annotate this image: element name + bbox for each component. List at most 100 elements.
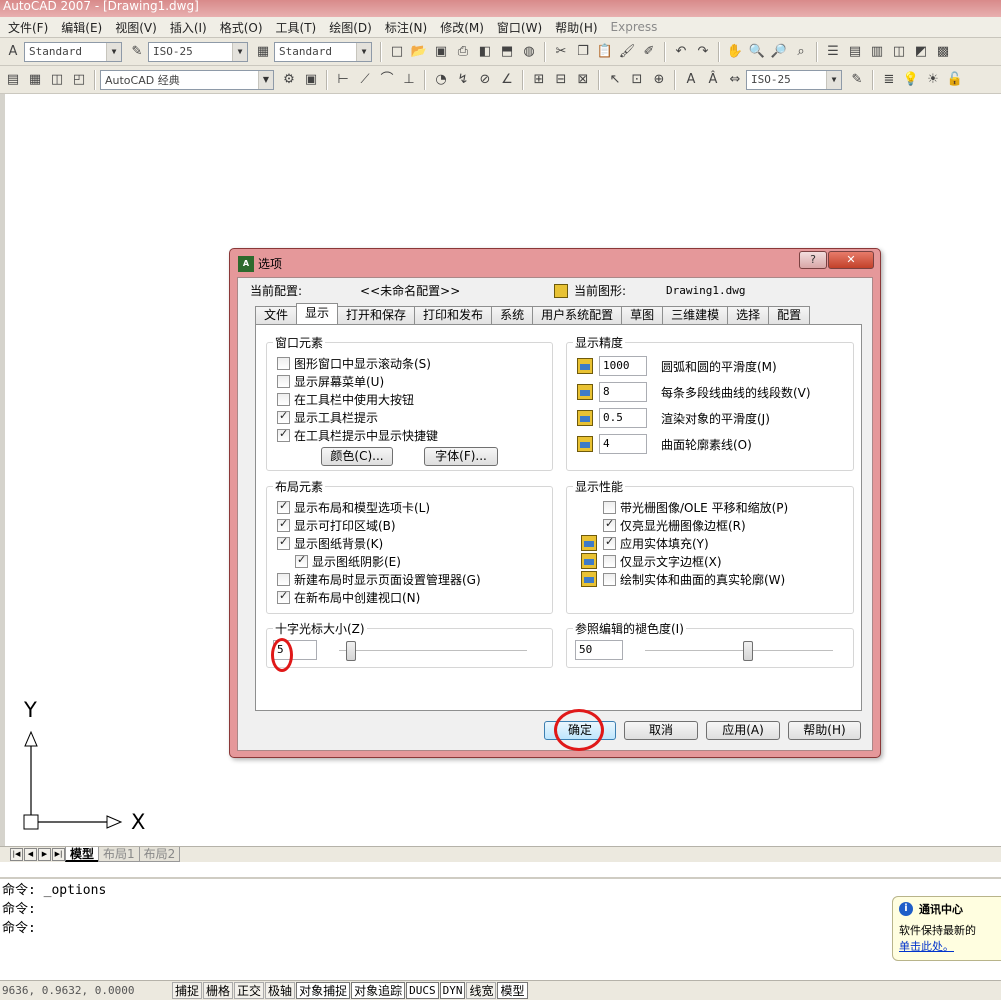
center-mark-icon[interactable]: ⊕ [650, 71, 668, 89]
arc-length-icon[interactable]: ⌒ [378, 71, 396, 89]
menu-edit[interactable]: 编辑(E) [61, 19, 102, 36]
workspace-combo[interactable]: AutoCAD 经典 ▼ [100, 69, 274, 90]
dim-style-manager-icon[interactable]: ✎ [848, 71, 866, 89]
menu-insert[interactable]: 插入(I) [170, 19, 207, 36]
layer-manager-icon[interactable]: ≣ [880, 71, 898, 89]
check-page-setup-manager[interactable]: 新建布局时显示页面设置管理器(G) [277, 571, 481, 587]
first-tab-icon[interactable]: |◀ [10, 848, 23, 861]
radius-dim-icon[interactable]: ◔ [432, 71, 450, 89]
notification-link[interactable]: 单击此处。 [899, 940, 954, 953]
dim-style-icon[interactable]: ✎ [128, 43, 146, 61]
menu-express[interactable]: Express [611, 20, 658, 34]
check-raster-frame-only[interactable]: 仅亮显光栅图像边框(R) [603, 517, 746, 533]
contour-lines-input[interactable]: 4 [599, 434, 647, 454]
workspace-settings-icon[interactable]: ⚙ [280, 71, 298, 89]
menu-draw[interactable]: 绘图(D) [329, 19, 372, 36]
text-style-combo[interactable]: Standard ▼ [24, 41, 122, 62]
menu-format[interactable]: 格式(O) [220, 19, 263, 36]
check-show-scrollbars[interactable]: 图形窗口中显示滚动条(S) [277, 355, 431, 371]
menu-window[interactable]: 窗口(W) [497, 19, 542, 36]
table-style-combo[interactable]: Standard ▼ [274, 41, 372, 62]
menu-tools[interactable]: 工具(T) [276, 19, 317, 36]
save-workspace-icon[interactable]: ▣ [302, 71, 320, 89]
dim-style-combo[interactable]: ISO-25 ▼ [148, 41, 248, 62]
checkbox[interactable] [603, 535, 616, 550]
tab-3d-modeling[interactable]: 三维建模 [662, 306, 729, 324]
checkbox[interactable] [277, 392, 290, 406]
zoom-previous-icon[interactable]: ⌕ [792, 43, 810, 61]
tool-palettes-icon[interactable]: ▥ [868, 43, 886, 61]
check-layout-model-tabs[interactable]: 显示布局和模型选项卡(L) [277, 499, 430, 515]
colors-button[interactable]: 颜色(C)... [321, 447, 393, 466]
open-file-icon[interactable]: 📂 [410, 43, 428, 61]
dim-edit-icon[interactable]: A [682, 71, 700, 89]
diameter-dim-icon[interactable]: ⊘ [476, 71, 494, 89]
checkbox[interactable] [277, 499, 290, 514]
3d-dwf-icon[interactable]: ◍ [520, 43, 538, 61]
tab-layout2[interactable]: 布局2 [138, 847, 181, 862]
layer-previous-icon[interactable]: ◫ [48, 71, 66, 89]
last-tab-icon[interactable]: ▶| [52, 848, 65, 861]
new-file-icon[interactable]: □ [388, 43, 406, 61]
checkbox[interactable] [277, 589, 290, 604]
aligned-dim-icon[interactable]: ⟋ [356, 71, 374, 89]
tab-profiles[interactable]: 配置 [768, 306, 811, 324]
chevron-down-icon[interactable]: ▼ [356, 42, 371, 61]
checkbox[interactable] [277, 356, 290, 370]
status-lineweight[interactable]: 线宽 [466, 982, 497, 999]
design-center-icon[interactable]: ▤ [846, 43, 864, 61]
status-model[interactable]: 模型 [497, 982, 528, 999]
sun-icon[interactable]: ☀ [924, 71, 942, 89]
dim-style-combo-2[interactable]: ISO-25 ▼ [746, 69, 842, 90]
status-ducs[interactable]: DUCS [406, 982, 439, 999]
checkbox[interactable] [277, 517, 290, 532]
quick-dim-icon[interactable]: ⊞ [530, 71, 548, 89]
checkbox[interactable] [277, 409, 290, 424]
command-window[interactable]: 命令: _options 命令: 命令: [0, 877, 1001, 980]
markup-icon[interactable]: ◩ [912, 43, 930, 61]
checkbox[interactable] [603, 517, 616, 532]
undo-icon[interactable]: ↶ [672, 43, 690, 61]
match-properties-icon[interactable]: 🖌 [618, 43, 636, 61]
prev-tab-icon[interactable]: ◀ [24, 848, 37, 861]
continue-dim-icon[interactable]: ⊠ [574, 71, 592, 89]
menu-help[interactable]: 帮助(H) [555, 19, 597, 36]
crosshair-slider-thumb[interactable] [346, 641, 356, 661]
layer-icon[interactable]: ▤ [4, 71, 22, 89]
check-printable-area[interactable]: 显示可打印区域(B) [277, 517, 396, 533]
tab-open-save[interactable]: 打开和保存 [337, 306, 416, 324]
quick-leader-icon[interactable]: ↖ [606, 71, 624, 89]
tab-layout1[interactable]: 布局1 [98, 847, 140, 862]
tolerance-icon[interactable]: ⊡ [628, 71, 646, 89]
publish-icon[interactable]: ⬒ [498, 43, 516, 61]
xref-fade-slider-thumb[interactable] [743, 641, 753, 661]
table-style-icon[interactable]: ▦ [254, 43, 272, 61]
text-style-icon[interactable]: A [4, 43, 22, 61]
status-polar[interactable]: 极轴 [265, 982, 296, 999]
calculator-icon[interactable]: ▩ [934, 43, 952, 61]
checkbox[interactable] [295, 553, 308, 568]
check-show-tooltips[interactable]: 显示工具栏提示 [277, 409, 378, 425]
chevron-down-icon[interactable]: ▼ [232, 42, 247, 61]
communication-center-balloon[interactable]: i 通讯中心 软件保持最新的 单击此处。 [892, 896, 1001, 961]
copy-icon[interactable]: ❐ [574, 43, 592, 61]
tab-display[interactable]: 显示 [296, 303, 339, 324]
zoom-realtime-icon[interactable]: 🔍 [748, 43, 766, 61]
paste-icon[interactable]: 📋 [596, 43, 614, 61]
check-true-silhouettes[interactable]: 绘制实体和曲面的真实轮廓(W) [581, 571, 785, 587]
tab-plot-publish[interactable]: 打印和发布 [414, 306, 493, 324]
check-raster-pan-zoom[interactable]: 带光栅图像/OLE 平移和缩放(P) [603, 499, 788, 515]
apply-button[interactable]: 应用(A) [706, 721, 780, 740]
save-icon[interactable]: ▣ [432, 43, 450, 61]
check-shortcut-keys-in-tooltips[interactable]: 在工具栏提示中显示快捷键 [277, 427, 438, 443]
help-dialog-button[interactable]: 帮助(H) [788, 721, 861, 740]
xref-fade-input[interactable]: 50 [575, 640, 623, 660]
cancel-button[interactable]: 取消 [624, 721, 698, 740]
pan-icon[interactable]: ✋ [726, 43, 744, 61]
layer-window-icon[interactable]: ◰ [70, 71, 88, 89]
tab-user-preferences[interactable]: 用户系统配置 [532, 306, 623, 324]
status-dyn[interactable]: DYN [439, 982, 466, 999]
chevron-down-icon[interactable]: ▼ [826, 70, 841, 89]
redo-icon[interactable]: ↷ [694, 43, 712, 61]
menu-file[interactable]: 文件(F) [8, 19, 48, 36]
